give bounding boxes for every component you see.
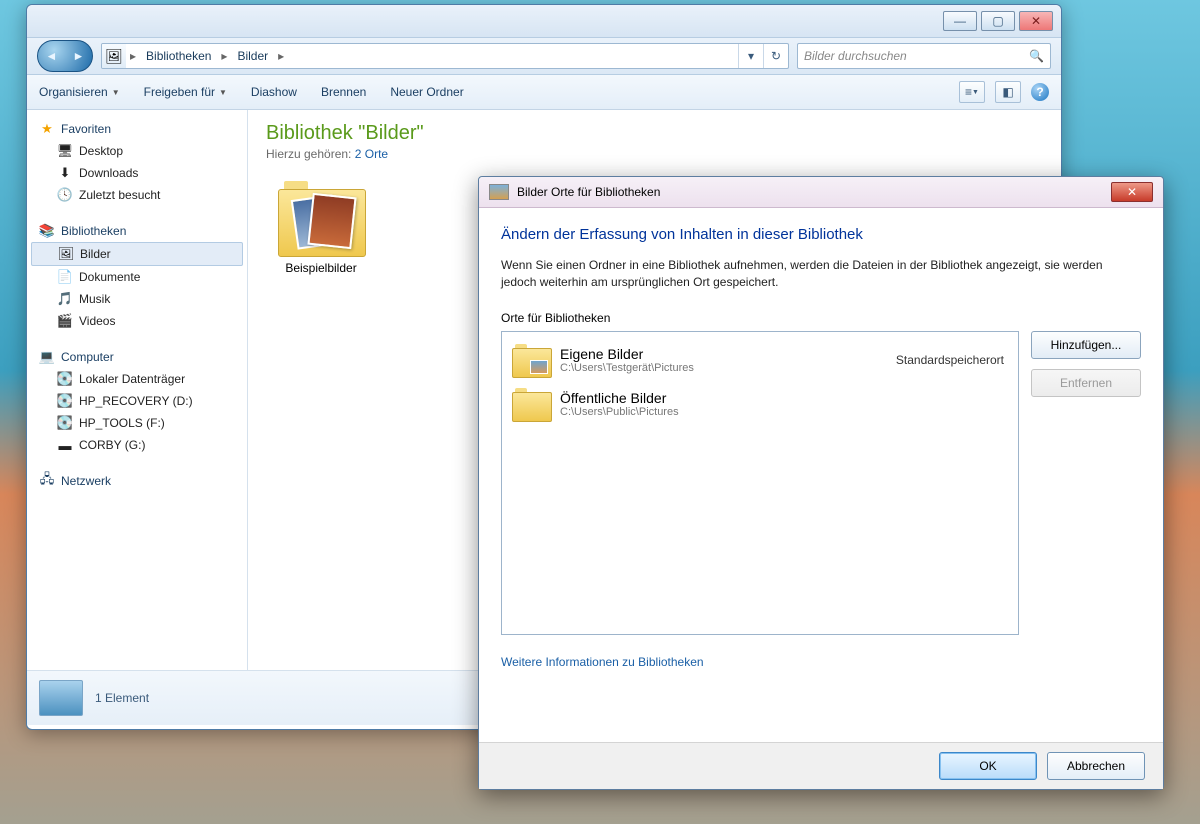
view-options-icon[interactable]: ≡▼ <box>959 81 985 103</box>
chevron-down-icon: ▼ <box>219 88 227 97</box>
sidebar-item-downloads[interactable]: ⬇Downloads <box>31 162 243 184</box>
drive-icon: 💽 <box>57 393 73 409</box>
network-icon: 🖧 <box>39 473 55 489</box>
sidebar-item-corby[interactable]: ▬CORBY (G:) <box>31 434 243 456</box>
library-locations-link[interactable]: 2 Orte <box>355 147 388 161</box>
chevron-right-icon[interactable]: ▸ <box>126 49 140 63</box>
share-menu[interactable]: Freigeben für▼ <box>144 85 227 99</box>
maximize-button[interactable]: ▢ <box>981 11 1015 31</box>
breadcrumb-bilder[interactable]: Bilder <box>231 44 274 68</box>
library-locations-dialog: Bilder Orte für Bibliotheken ✕ Ändern de… <box>478 176 1164 790</box>
folder-icon <box>512 388 550 420</box>
recent-icon: 🕓 <box>57 187 73 203</box>
sidebar-item-music[interactable]: 🎵Musik <box>31 288 243 310</box>
library-subtitle: Hierzu gehören: 2 Orte <box>266 147 1043 161</box>
burn-button[interactable]: Brennen <box>321 85 366 99</box>
computer-icon: 💻 <box>39 349 55 365</box>
folder-item[interactable]: Beispielbilder <box>266 181 376 275</box>
location-name: Öffentliche Bilder <box>560 390 994 406</box>
folder-icon <box>512 344 550 376</box>
remove-location-button[interactable]: Entfernen <box>1031 369 1141 397</box>
drive-icon: 💽 <box>57 415 73 431</box>
dialog-close-button[interactable]: ✕ <box>1111 182 1153 202</box>
location-name: Eigene Bilder <box>560 346 886 362</box>
sidebar-item-localdisk[interactable]: 💽Lokaler Datenträger <box>31 368 243 390</box>
sidebar-item-tools[interactable]: 💽HP_TOOLS (F:) <box>31 412 243 434</box>
library-title: Bibliothek "Bilder" <box>266 122 1043 145</box>
dialog-description: Wenn Sie einen Ordner in eine Bibliothek… <box>501 257 1141 291</box>
address-row: ◄ ► 🖼 ▸ Bibliotheken ▸ Bilder ▸ ▾ ↻ Bild… <box>27 38 1061 75</box>
organize-menu[interactable]: Organisieren▼ <box>39 85 120 99</box>
locations-label: Orte für Bibliotheken <box>501 311 1141 325</box>
status-thumbnail-icon <box>39 680 83 716</box>
location-item[interactable]: Eigene Bilder C:\Users\Testgerät\Picture… <box>508 338 1012 382</box>
explorer-titlebar[interactable]: — ▢ ✕ <box>27 5 1061 38</box>
pictures-icon: 🖼 <box>58 246 74 262</box>
more-info-link[interactable]: Weitere Informationen zu Bibliotheken <box>501 655 1141 669</box>
music-icon: 🎵 <box>57 291 73 307</box>
dialog-titlebar[interactable]: Bilder Orte für Bibliotheken ✕ <box>479 177 1163 208</box>
drive-icon: 💽 <box>57 371 73 387</box>
refresh-icon[interactable]: ↻ <box>763 44 788 68</box>
status-text: 1 Element <box>95 691 149 705</box>
chevron-down-icon: ▼ <box>112 88 120 97</box>
sidebar-computer[interactable]: 💻Computer <box>31 346 243 368</box>
breadcrumb[interactable]: 🖼 ▸ Bibliotheken ▸ Bilder ▸ ▾ ↻ <box>101 43 789 69</box>
chevron-right-icon[interactable]: ▸ <box>217 49 231 63</box>
cancel-button[interactable]: Abbrechen <box>1047 752 1145 780</box>
sidebar-item-recent[interactable]: 🕓Zuletzt besucht <box>31 184 243 206</box>
close-button[interactable]: ✕ <box>1019 11 1053 31</box>
dialog-heading: Ändern der Erfassung von Inhalten in die… <box>501 226 1141 243</box>
sidebar-libraries[interactable]: 📚Bibliotheken <box>31 220 243 242</box>
navigation-pane: ★Favoriten 🖥Desktop ⬇Downloads 🕓Zuletzt … <box>27 110 248 670</box>
breadcrumb-dropdown-icon[interactable]: ▾ <box>738 44 763 68</box>
sidebar-network[interactable]: 🖧Netzwerk <box>31 470 243 492</box>
default-save-badge: Standardspeicherort <box>896 353 1008 367</box>
dialog-footer: OK Abbrechen <box>479 742 1163 789</box>
sidebar-item-documents[interactable]: 📄Dokumente <box>31 266 243 288</box>
star-icon: ★ <box>39 121 55 137</box>
add-location-button[interactable]: Hinzufügen... <box>1031 331 1141 359</box>
minimize-button[interactable]: — <box>943 11 977 31</box>
videos-icon: 🎬 <box>57 313 73 329</box>
command-bar: Organisieren▼ Freigeben für▼ Diashow Bre… <box>27 75 1061 110</box>
folder-label: Beispielbilder <box>266 261 376 275</box>
folder-icon <box>278 181 364 255</box>
chevron-right-icon[interactable]: ▸ <box>274 49 288 63</box>
location-item[interactable]: Öffentliche Bilder C:\Users\Public\Pictu… <box>508 382 1012 426</box>
dialog-title: Bilder Orte für Bibliotheken <box>517 185 660 199</box>
slideshow-button[interactable]: Diashow <box>251 85 297 99</box>
desktop-icon: 🖥 <box>57 143 73 159</box>
search-placeholder: Bilder durchsuchen <box>804 49 907 63</box>
locations-list[interactable]: Eigene Bilder C:\Users\Testgerät\Picture… <box>501 331 1019 635</box>
downloads-icon: ⬇ <box>57 165 73 181</box>
sidebar-favorites[interactable]: ★Favoriten <box>31 118 243 140</box>
help-icon[interactable]: ? <box>1031 83 1049 101</box>
search-input[interactable]: Bilder durchsuchen 🔍 <box>797 43 1051 69</box>
dialog-icon <box>489 184 509 200</box>
ok-button[interactable]: OK <box>939 752 1037 780</box>
sidebar-item-desktop[interactable]: 🖥Desktop <box>31 140 243 162</box>
new-folder-button[interactable]: Neuer Ordner <box>390 85 463 99</box>
documents-icon: 📄 <box>57 269 73 285</box>
sidebar-item-videos[interactable]: 🎬Videos <box>31 310 243 332</box>
drive-icon: ▬ <box>57 437 73 453</box>
breadcrumb-libraries[interactable]: Bibliotheken <box>140 44 217 68</box>
preview-pane-icon[interactable]: ◧ <box>995 81 1021 103</box>
location-path: C:\Users\Public\Pictures <box>560 406 994 418</box>
library-icon: 🖼 <box>102 44 126 68</box>
location-path: C:\Users\Testgerät\Pictures <box>560 362 886 374</box>
sidebar-item-pictures[interactable]: 🖼Bilder <box>31 242 243 266</box>
back-icon[interactable]: ◄ <box>41 49 63 63</box>
nav-back-forward[interactable]: ◄ ► <box>37 40 93 72</box>
libraries-icon: 📚 <box>39 223 55 239</box>
sidebar-item-recovery[interactable]: 💽HP_RECOVERY (D:) <box>31 390 243 412</box>
forward-icon[interactable]: ► <box>68 49 90 63</box>
search-icon[interactable]: 🔍 <box>1029 49 1044 63</box>
